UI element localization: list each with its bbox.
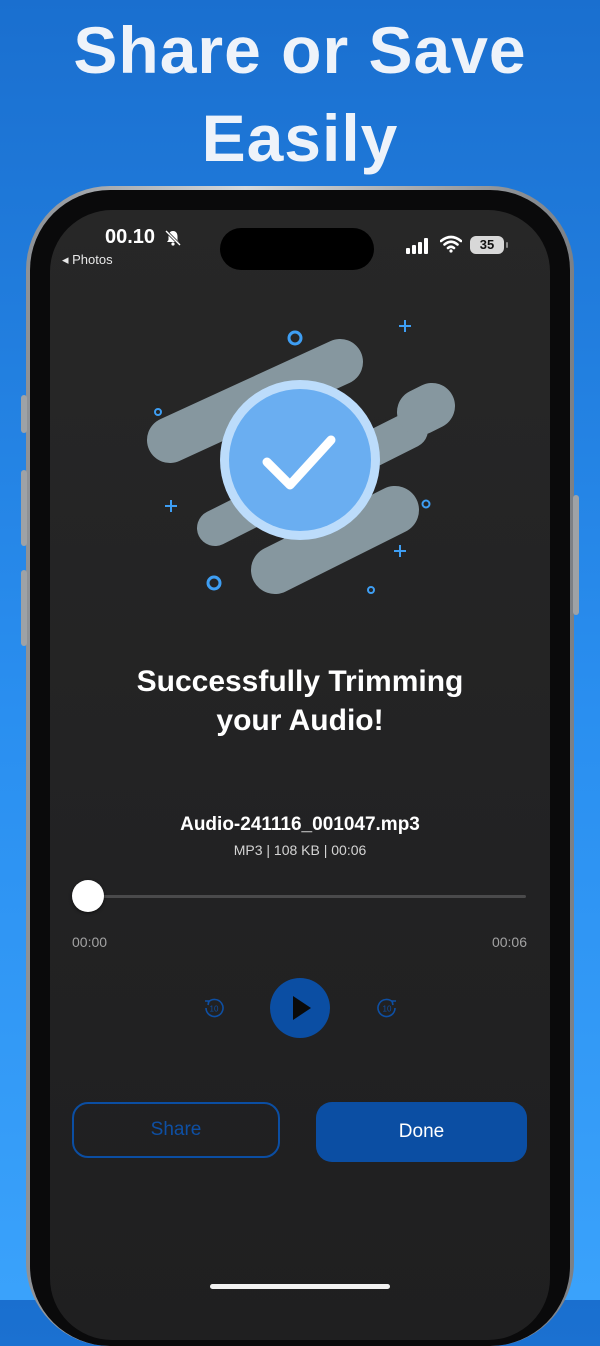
success-title-line-1: Successfully Trimming: [136, 665, 464, 698]
success-title-line-2: your Audio!: [216, 704, 384, 737]
volume-up-button: [21, 470, 27, 546]
success-illustration: [147, 320, 455, 594]
playback-track[interactable]: [76, 895, 526, 898]
playback-scrubber-thumb[interactable]: [72, 880, 104, 912]
bell-slash-icon: [164, 229, 182, 247]
power-button: [573, 495, 579, 615]
battery-indicator: 35: [470, 236, 508, 254]
headline-line-2: Easily: [201, 101, 399, 175]
home-indicator[interactable]: [210, 1284, 390, 1289]
status-time: 00.10: [105, 226, 156, 248]
play-button[interactable]: [270, 978, 330, 1038]
promo-headline: Share or Save Easily: [0, 6, 600, 182]
skip-back-10-icon[interactable]: 10: [202, 996, 226, 1020]
action-button: [21, 395, 27, 433]
svg-text:10: 10: [383, 1005, 392, 1014]
signal-icon: [406, 238, 428, 254]
headline-line-1: Share or Save: [73, 13, 527, 87]
volume-down-button: [21, 570, 27, 646]
svg-text:10: 10: [210, 1005, 219, 1014]
dynamic-island: [220, 228, 374, 270]
back-to-photos-link[interactable]: ◂ Photos: [62, 252, 113, 268]
skip-forward-10-icon[interactable]: 10: [375, 996, 399, 1020]
current-time: 00:00: [72, 934, 108, 950]
play-icon: [293, 996, 311, 1020]
file-meta: MP3 | 108 KB | 00:06: [233, 842, 367, 858]
success-title: Successfully Trimming your Audio!: [50, 662, 550, 740]
file-name: Audio-241116_001047.mp3: [180, 814, 420, 835]
wifi-icon: [440, 235, 462, 253]
phone-screen: 00.10 ◂ Photos 35 Successfully Trimming …: [50, 210, 550, 1340]
total-time: 00:06: [491, 934, 527, 950]
share-button[interactable]: Share: [72, 1102, 280, 1158]
done-button[interactable]: Done: [316, 1102, 527, 1162]
